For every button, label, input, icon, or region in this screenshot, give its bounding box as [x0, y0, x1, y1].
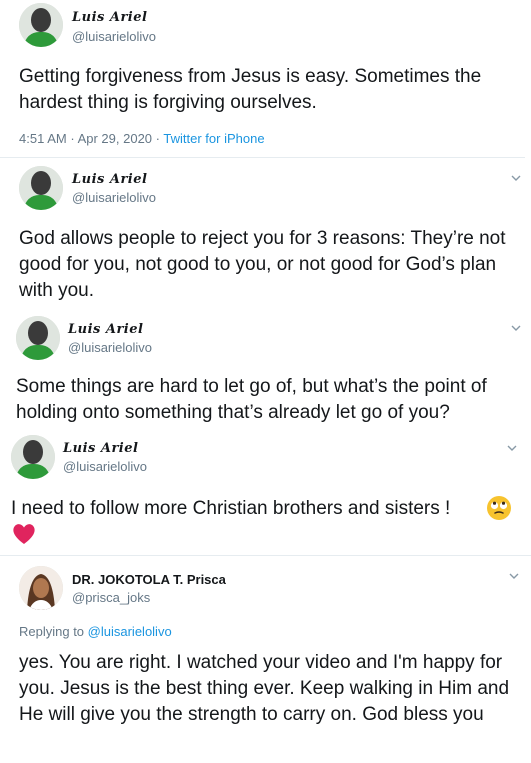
display-name[interactable]: Luis Ariel — [72, 172, 147, 187]
meta-separator: · — [155, 131, 160, 146]
tweet-text: I need to follow more Christian brothers… — [11, 498, 451, 519]
tweet-time[interactable]: 4:51 AM — [19, 131, 67, 146]
divider — [0, 555, 531, 556]
avatar[interactable] — [19, 166, 63, 210]
display-name[interactable]: Luis Ariel — [72, 10, 147, 25]
user-handle[interactable]: @luisarielolivo — [72, 190, 156, 205]
chevron-down-icon[interactable] — [510, 172, 522, 184]
tweet-source[interactable]: Twitter for iPhone — [163, 131, 264, 146]
tweet-text: Getting forgiveness from Jesus is easy. … — [19, 66, 482, 113]
replying-to-label: Replying to — [19, 624, 85, 639]
chevron-down-icon[interactable] — [510, 322, 522, 334]
user-handle[interactable]: @luisarielolivo — [72, 29, 156, 44]
user-handle[interactable]: @luisarielolivo — [68, 340, 152, 355]
tweet-2[interactable]: Luis Ariel @luisarielolivo God allows pe… — [0, 160, 531, 310]
tweet-text: God allows people to reject you for 3 re… — [19, 228, 506, 301]
tweet-5[interactable]: DR. JOKOTOLA T. Prisca @prisca_joks Repl… — [0, 555, 531, 763]
tweet-text: Some things are hard to let go of, but w… — [16, 376, 487, 423]
tweet-meta: 4:51 AM · Apr 29, 2020 · Twitter for iPh… — [19, 131, 265, 146]
red-heart-emoji — [13, 524, 35, 544]
avatar[interactable] — [16, 316, 60, 360]
divider — [0, 157, 525, 158]
display-name[interactable]: DR. JOKOTOLA T. Prisca — [72, 572, 226, 587]
user-handle[interactable]: @prisca_joks — [72, 590, 150, 605]
avatar[interactable] — [19, 3, 63, 47]
chevron-down-icon[interactable] — [506, 442, 518, 454]
replying-to: Replying to @luisarielolivo — [19, 624, 172, 639]
avatar[interactable] — [11, 435, 55, 479]
tweet-text: yes. You are right. I watched your video… — [19, 652, 510, 725]
tweet-3[interactable]: Luis Ariel @luisarielolivo Some things a… — [0, 310, 531, 425]
user-handle[interactable]: @luisarielolivo — [63, 459, 147, 474]
tweet-1[interactable]: Luis Ariel @luisarielolivo Getting forgi… — [0, 0, 531, 160]
tweet-4[interactable]: Luis Ariel @luisarielolivo I need to fol… — [0, 425, 531, 555]
replying-to-mention[interactable]: @luisarielolivo — [88, 624, 172, 639]
meta-separator: · — [70, 131, 75, 146]
chevron-down-icon[interactable] — [508, 570, 520, 582]
display-name[interactable]: Luis Ariel — [68, 322, 143, 337]
tweet-date[interactable]: Apr 29, 2020 — [78, 131, 152, 146]
face-with-rolling-eyes-emoji — [487, 496, 511, 520]
display-name[interactable]: Luis Ariel — [63, 441, 138, 456]
avatar[interactable] — [19, 566, 63, 610]
